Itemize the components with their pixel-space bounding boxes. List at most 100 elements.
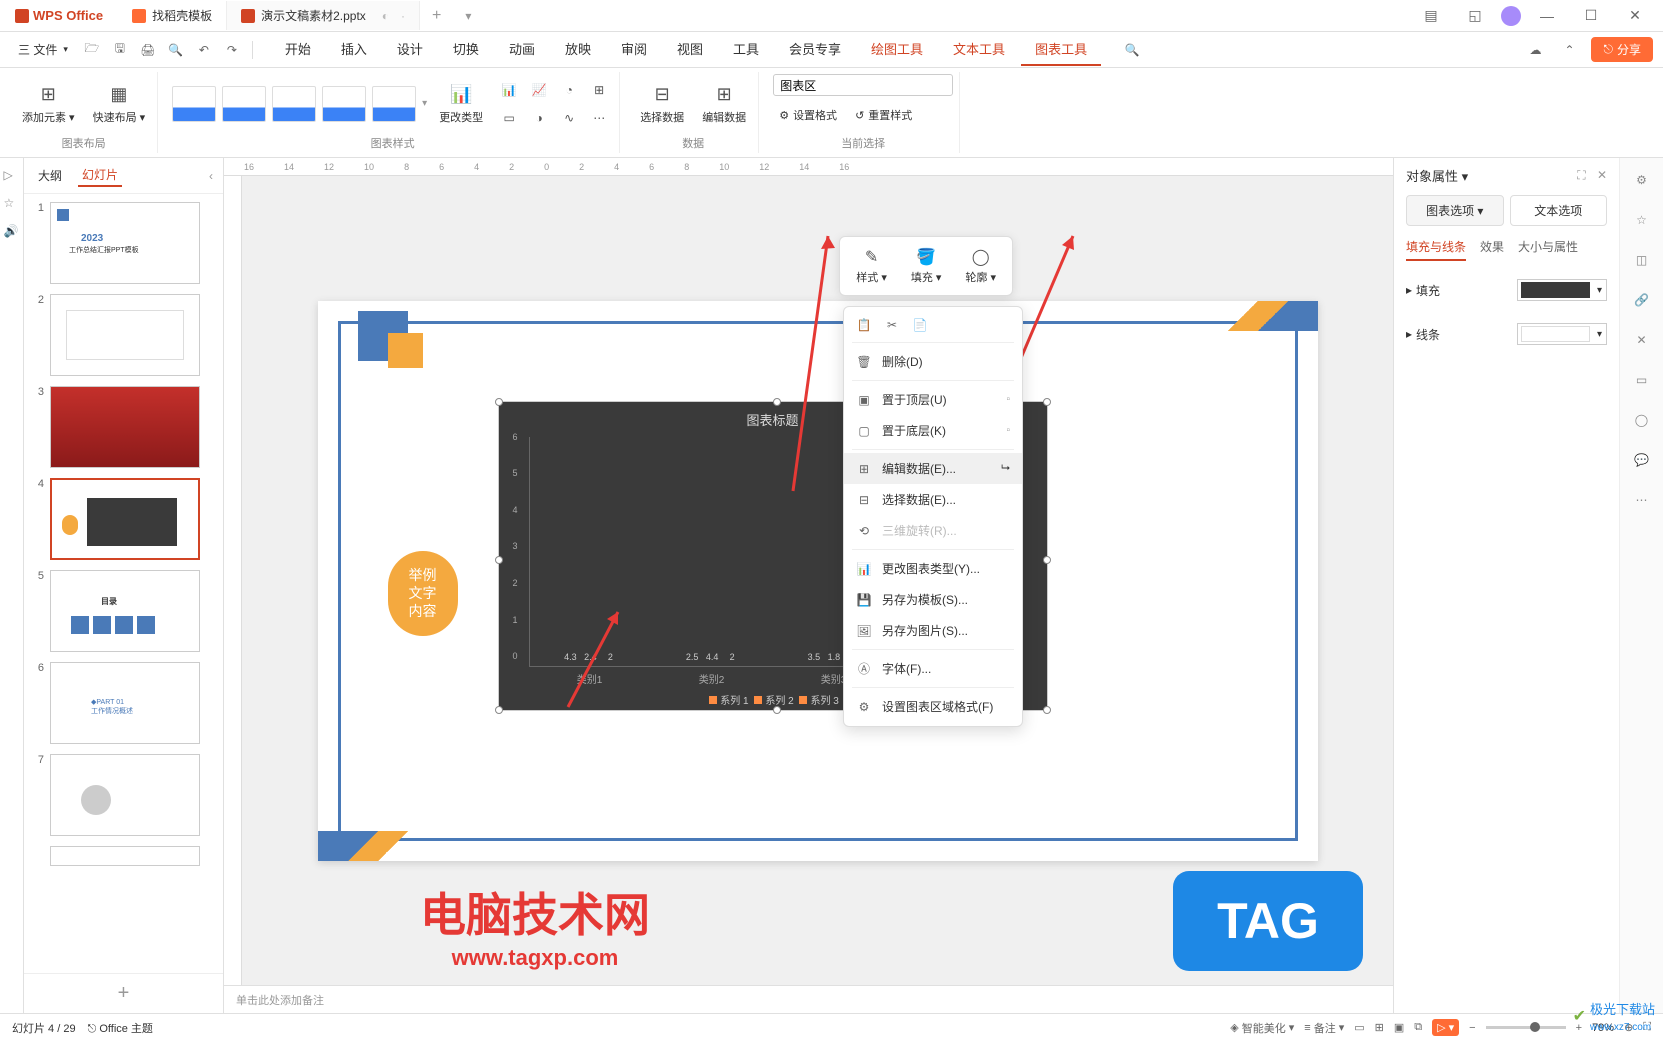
tool-circle-icon[interactable]: ◯	[1630, 408, 1654, 432]
fill-label[interactable]: ▸ 填充	[1406, 282, 1440, 299]
tab-start[interactable]: 开始	[271, 33, 325, 66]
tab-menu-button[interactable]: ▾	[453, 9, 483, 23]
tab-review[interactable]: 审阅	[607, 33, 661, 66]
reader-icon[interactable]: ▤	[1413, 2, 1449, 30]
slide-list[interactable]: 12023工作总结汇报PPT模板 2 3 4 5目录 6◆PART 01工作情况…	[24, 194, 223, 973]
tool-link-icon[interactable]: 🔗	[1630, 288, 1654, 312]
theme-info[interactable]: ⎋ Office 主题	[88, 1020, 153, 1036]
preset-2[interactable]: 📈	[525, 77, 553, 103]
tab-outline[interactable]: 大纲	[34, 165, 66, 186]
chart-area-select[interactable]	[773, 74, 953, 96]
tab-add-button[interactable]: +	[420, 7, 453, 25]
slide-thumb-8[interactable]	[50, 846, 200, 866]
edit-data-button[interactable]: ⊞ 编辑数据	[696, 78, 752, 129]
slide-thumb-4[interactable]	[50, 478, 200, 560]
undo-icon[interactable]: ↶	[192, 38, 216, 62]
reset-style-button[interactable]: ↺ 重置样式	[849, 104, 918, 126]
ctx-send-back[interactable]: ▢置于底层(K)▫	[844, 415, 1022, 446]
tab-drawing-tools[interactable]: 绘图工具	[857, 33, 937, 66]
chart-style-5[interactable]	[372, 86, 416, 122]
slideshow-button[interactable]: ▷ ▾	[1432, 1019, 1459, 1036]
tool-tune-icon[interactable]: ✕	[1630, 328, 1654, 352]
maximize-button[interactable]: ☐	[1573, 2, 1609, 30]
share-button[interactable]: ⎋ 分享	[1591, 37, 1653, 62]
slide-thumb-3[interactable]	[50, 386, 200, 468]
mini-outline-button[interactable]: ◯轮廓 ▾	[955, 243, 1006, 289]
prop-tab-chart[interactable]: 图表选项 ▾	[1406, 195, 1504, 226]
tool-more-icon[interactable]: ⋯	[1630, 488, 1654, 512]
chart-style-2[interactable]	[222, 86, 266, 122]
notes-bar[interactable]: 单击此处添加备注	[224, 985, 1393, 1013]
change-type-button[interactable]: 📊 更改类型	[433, 78, 489, 129]
sound-icon[interactable]: 🔊	[4, 224, 20, 240]
cloud-icon[interactable]: ☁	[1523, 38, 1547, 62]
tab-slides[interactable]: 幻灯片	[78, 164, 122, 187]
tool-book-icon[interactable]: ▭	[1630, 368, 1654, 392]
tab-insert[interactable]: 插入	[327, 33, 381, 66]
zoom-out-icon[interactable]: −	[1469, 1022, 1475, 1034]
preset-1[interactable]: 📊	[495, 77, 523, 103]
set-format-button[interactable]: ⚙ 设置格式	[773, 104, 843, 126]
collapse-panel-icon[interactable]: ‹	[209, 169, 213, 183]
copy-icon[interactable]: 📋	[856, 317, 872, 333]
slide-thumb-1[interactable]: 2023工作总结汇报PPT模板	[50, 202, 200, 284]
paste-icon[interactable]: 📄	[912, 317, 928, 333]
fit-icon[interactable]: ⊕	[1624, 1021, 1633, 1034]
tab-chart-tools[interactable]: 图表工具	[1021, 33, 1101, 66]
preset-4[interactable]: ⊞	[585, 77, 613, 103]
tab-design[interactable]: 设计	[383, 33, 437, 66]
tab-document[interactable]: 演示文稿素材2.pptx ◐ ·	[227, 1, 420, 30]
tab-transition[interactable]: 切换	[439, 33, 493, 66]
slide-thumb-6[interactable]: ◆PART 01工作情况概述	[50, 662, 200, 744]
redo-icon[interactable]: ↷	[220, 38, 244, 62]
ctx-change-chart[interactable]: 📊更改图表类型(Y)...	[844, 553, 1022, 584]
avatar[interactable]	[1501, 6, 1521, 26]
slide-thumb-7[interactable]	[50, 754, 200, 836]
cube-icon[interactable]: ◱	[1457, 2, 1493, 30]
expand-icon[interactable]: ⛶	[1643, 1021, 1651, 1034]
tab-text-tools[interactable]: 文本工具	[939, 33, 1019, 66]
ctx-bring-front[interactable]: ▣置于顶层(U)▫	[844, 384, 1022, 415]
view-sorter-icon[interactable]: ⊞	[1375, 1021, 1384, 1034]
ctx-edit-data[interactable]: ⊞编辑数据(E)...⮡	[844, 453, 1022, 484]
close-button[interactable]: ✕	[1617, 2, 1653, 30]
pin-icon[interactable]: ⛶	[1577, 168, 1585, 182]
add-element-button[interactable]: ⊞ 添加元素 ▾	[16, 78, 81, 129]
preset-5[interactable]: ▭	[495, 105, 523, 131]
tab-template[interactable]: 找稻壳模板	[118, 1, 227, 30]
zoom-level[interactable]: 79%	[1592, 1022, 1614, 1034]
tool-chat-icon[interactable]: 💬	[1630, 448, 1654, 472]
close-panel-icon[interactable]: ✕	[1597, 168, 1607, 182]
cut-icon[interactable]: ✂	[884, 317, 900, 333]
slide-thumb-2[interactable]	[50, 294, 200, 376]
chart-style-3[interactable]	[272, 86, 316, 122]
chart-style-1[interactable]	[172, 86, 216, 122]
search-icon[interactable]: 🔍	[1120, 38, 1144, 62]
view-presenter-icon[interactable]: ⧉	[1414, 1021, 1422, 1034]
ctx-select-data[interactable]: ⊟选择数据(E)...	[844, 484, 1022, 515]
view-reading-icon[interactable]: ▣	[1394, 1021, 1404, 1034]
slide-thumb-5[interactable]: 目录	[50, 570, 200, 652]
tab-vip[interactable]: 会员专享	[775, 33, 855, 66]
ctx-font[interactable]: Ⓐ字体(F)...	[844, 653, 1022, 684]
mini-fill-button[interactable]: 🪣填充 ▾	[901, 243, 952, 289]
zoom-slider[interactable]	[1486, 1026, 1566, 1029]
notes-toggle[interactable]: ≡ 备注 ▾	[1304, 1020, 1344, 1036]
tab-animation[interactable]: 动画	[495, 33, 549, 66]
tool-shape-icon[interactable]: ◫	[1630, 248, 1654, 272]
preset-6[interactable]: ◑	[525, 105, 553, 131]
preview-icon[interactable]: 🔍	[164, 38, 188, 62]
file-menu[interactable]: 三 文件▾	[10, 37, 76, 62]
star-icon[interactable]: ☆	[4, 196, 20, 212]
save-icon[interactable]: 🖫	[108, 38, 132, 62]
view-normal-icon[interactable]: ▭	[1354, 1021, 1364, 1034]
minimize-button[interactable]: —	[1529, 2, 1565, 30]
fill-color-picker[interactable]: ▾	[1517, 279, 1607, 301]
subtab-size[interactable]: 大小与属性	[1518, 238, 1578, 261]
subtab-effect[interactable]: 效果	[1480, 238, 1504, 261]
line-color-picker[interactable]: ▾	[1517, 323, 1607, 345]
tab-tools[interactable]: 工具	[719, 33, 773, 66]
styles-more-icon[interactable]: ▾	[422, 98, 427, 109]
line-label[interactable]: ▸ 线条	[1406, 326, 1440, 343]
play-icon[interactable]: ▷	[4, 168, 20, 184]
